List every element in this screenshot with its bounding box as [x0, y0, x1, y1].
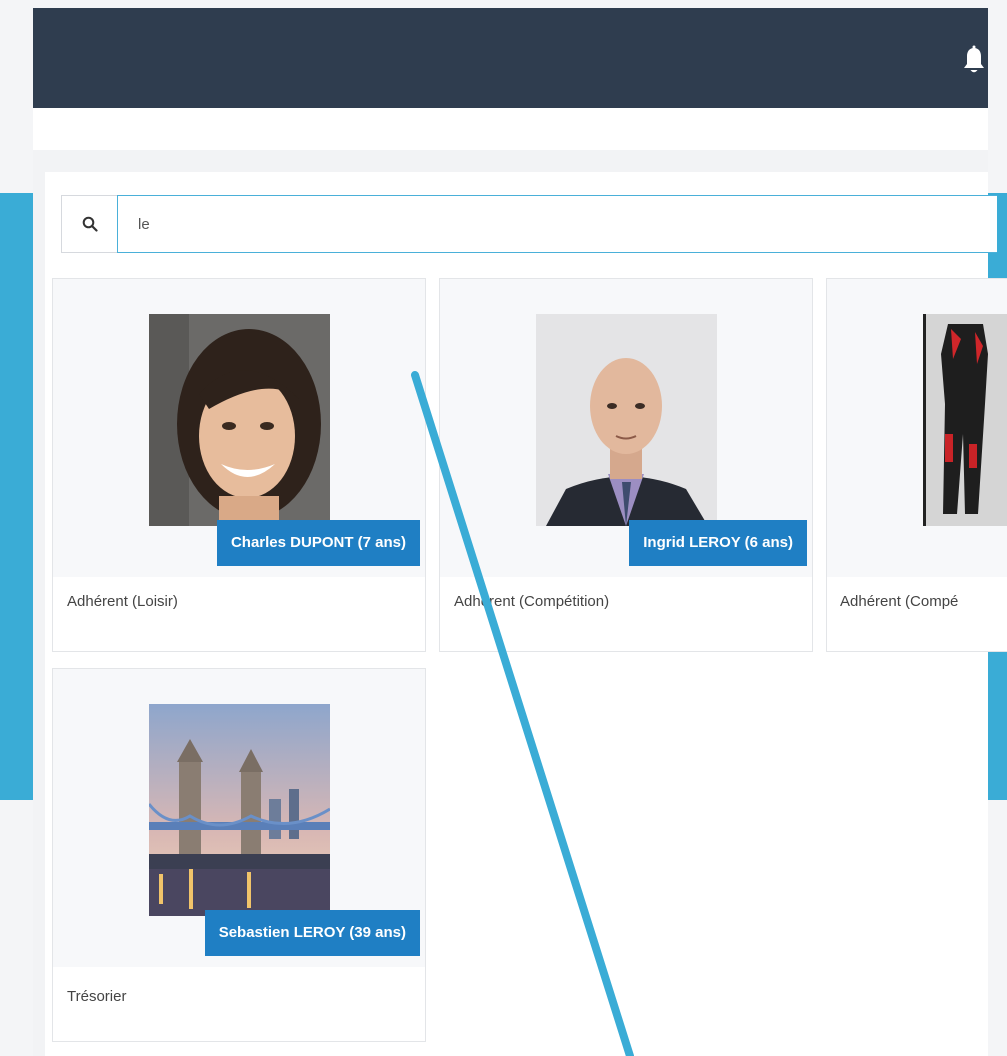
member-role: Adhérent (Loisir): [67, 593, 178, 610]
member-role: Trésorier: [67, 988, 127, 1005]
member-photo: [149, 314, 330, 526]
member-card[interactable]: Charles DUPONT (7 ans) Adhérent (Loisir): [52, 278, 426, 652]
member-card[interactable]: Ingrid LEROY (6 ans) Adhérent (Compétiti…: [439, 278, 813, 652]
top-navbar: [33, 8, 988, 108]
member-name-badge[interactable]: Charles DUPONT (7 ans): [216, 520, 420, 566]
search-icon[interactable]: [61, 195, 117, 253]
search-input[interactable]: [117, 195, 997, 253]
member-photo: [149, 704, 330, 916]
member-role: Adhérent (Compétition): [454, 593, 610, 610]
member-photo: [923, 314, 1007, 526]
accent-bar-left: [0, 193, 34, 800]
member-name-badge[interactable]: Ingrid LEROY (6 ans): [629, 520, 807, 566]
sub-header: [33, 108, 988, 150]
bell-icon[interactable]: [963, 45, 985, 75]
member-role: Adhérent (Compé: [840, 593, 959, 610]
member-name-badge[interactable]: Sebastien LEROY (39 ans): [204, 910, 420, 956]
member-card[interactable]: Sebastien LEROY (39 ans) Trésorier: [52, 668, 426, 1042]
member-card[interactable]: Adhérent (Compé: [826, 278, 1007, 652]
member-photo: [536, 314, 717, 526]
